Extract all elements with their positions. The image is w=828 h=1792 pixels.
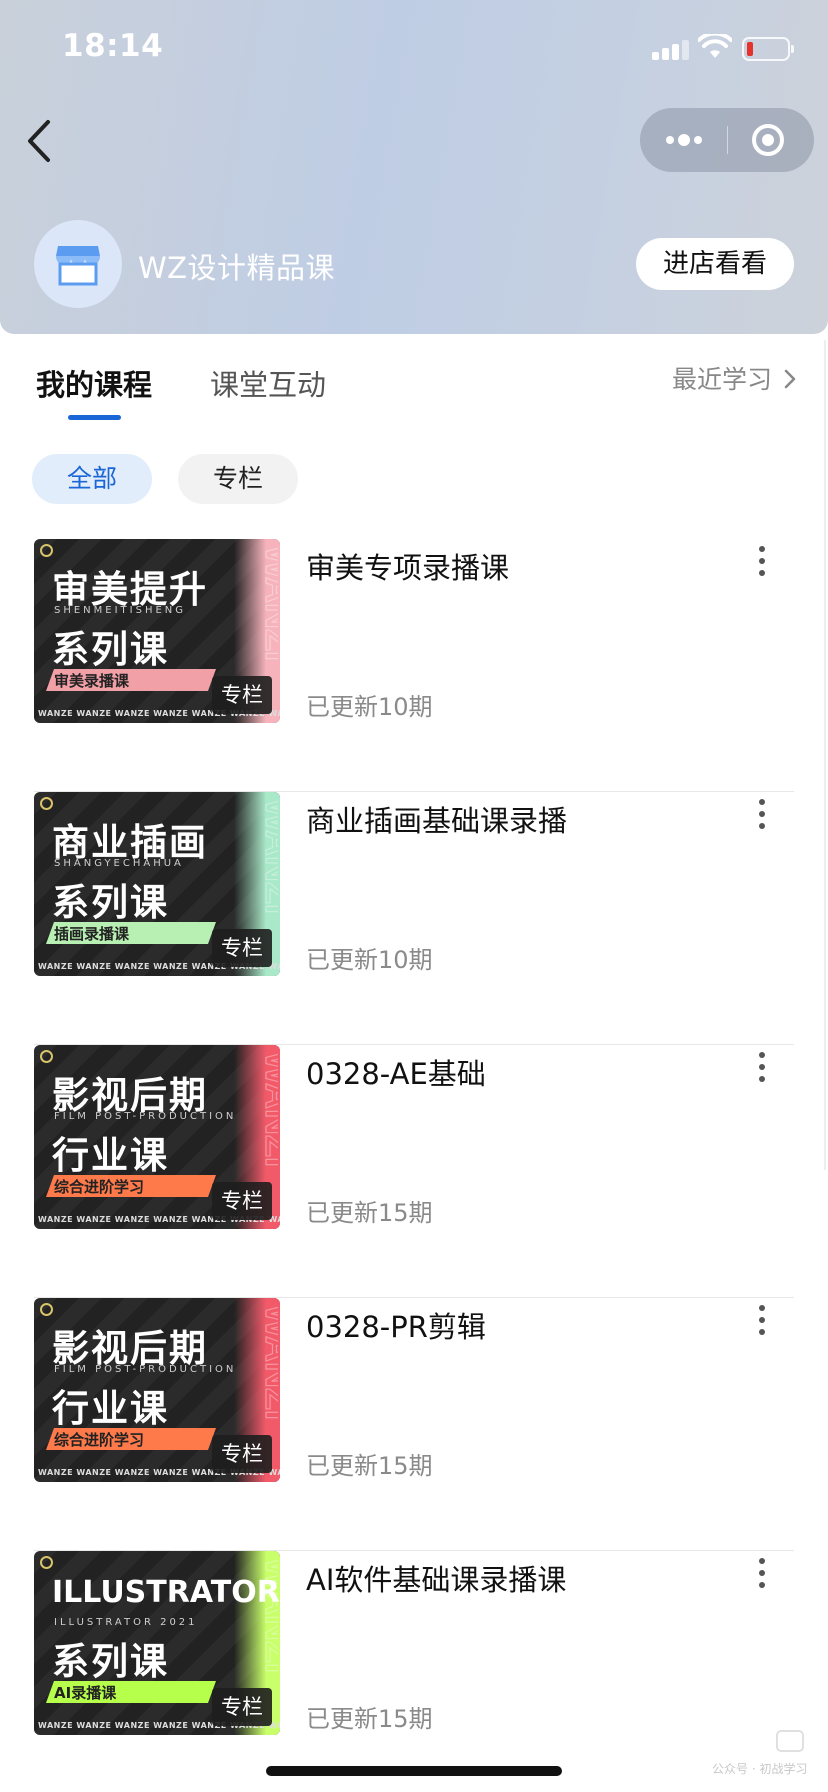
mini-program-capsule xyxy=(640,108,814,172)
course-item[interactable]: WANZI 影视后期 FILM POST-PRODUCTION 行业课 综合进阶… xyxy=(34,1298,794,1551)
home-indicator[interactable] xyxy=(266,1766,562,1776)
thumbnail-title-line2: 行业课 xyxy=(52,1134,169,1177)
column-tag: 专栏 xyxy=(212,1182,272,1220)
thumbnail-subtitle: SHENMEITISHENG xyxy=(54,605,187,616)
target-icon[interactable] xyxy=(750,122,786,158)
thumbnail-dot xyxy=(40,544,53,557)
column-tag: 专栏 xyxy=(212,1435,272,1473)
thumbnail-title-line2: 系列课 xyxy=(52,881,169,924)
course-item[interactable]: WANZI ILLUSTRATOR ILLUSTRATOR 2021 系列课 A… xyxy=(34,1551,794,1792)
vertical-dots-icon[interactable] xyxy=(752,543,772,579)
visit-shop-button[interactable]: 进店看看 xyxy=(636,238,794,290)
thumbnail-dot xyxy=(40,797,53,810)
chevron-right-icon[interactable] xyxy=(783,368,797,390)
thumbnail-dot xyxy=(40,1556,53,1569)
shop-avatar[interactable] xyxy=(34,220,122,308)
thumbnail-title-line2: 系列课 xyxy=(52,628,169,671)
course-update-count: 已更新15期 xyxy=(306,1452,433,1480)
thumbnail-dot xyxy=(40,1303,53,1316)
status-time: 18:14 xyxy=(62,28,164,64)
svg-text:WANZI: WANZI xyxy=(258,545,278,661)
course-update-count: 已更新15期 xyxy=(306,1705,433,1733)
course-title[interactable]: 审美专项录播课 xyxy=(306,545,509,587)
vertical-dots-icon[interactable] xyxy=(752,1555,772,1591)
thumbnail-band-label: 插画录播课 xyxy=(54,925,130,943)
course-thumbnail[interactable]: WANZI 影视后期 FILM POST-PRODUCTION 行业课 综合进阶… xyxy=(34,1045,280,1229)
tab-my-courses[interactable]: 我的课程 xyxy=(36,362,152,404)
cellular-signal-icon xyxy=(652,38,692,60)
course-title[interactable]: 商业插画基础课录播 xyxy=(306,798,567,840)
shop-name[interactable]: WZ设计精品课 xyxy=(138,245,335,287)
more-dots-icon[interactable] xyxy=(664,130,708,150)
wifi-icon xyxy=(698,34,732,58)
active-tab-indicator xyxy=(68,415,121,420)
thumbnail-band-label: 综合进阶学习 xyxy=(54,1178,145,1196)
vertical-dots-icon[interactable] xyxy=(752,796,772,832)
course-thumbnail[interactable]: WANZI ILLUSTRATOR ILLUSTRATOR 2021 系列课 A… xyxy=(34,1551,280,1735)
floating-widget-icon[interactable] xyxy=(776,1730,804,1752)
thumbnail-subtitle: FILM POST-PRODUCTION xyxy=(54,1111,237,1122)
svg-text:WANZI: WANZI xyxy=(258,1051,278,1167)
thumbnail-band-label: 审美录播课 xyxy=(54,672,130,690)
course-item[interactable]: WANZI 影视后期 FILM POST-PRODUCTION 行业课 综合进阶… xyxy=(34,1045,794,1298)
storefront-icon xyxy=(56,246,100,286)
back-chevron-icon[interactable] xyxy=(22,116,58,166)
thumbnail-title-line1: ILLUSTRATOR xyxy=(52,1575,280,1610)
course-item[interactable]: WANZI 审美提升 SHENMEITISHENG 系列课 审美录播课 WANZ… xyxy=(34,539,794,792)
filter-chip-all[interactable]: 全部 xyxy=(32,454,152,504)
filter-chip-column[interactable]: 专栏 xyxy=(178,454,298,504)
thumbnail-title-line2: 系列课 xyxy=(52,1640,169,1683)
thumbnail-band-label: 综合进阶学习 xyxy=(54,1431,145,1449)
vertical-dots-icon[interactable] xyxy=(752,1049,772,1085)
course-title[interactable]: 0328-PR剪辑 xyxy=(306,1304,486,1346)
thumbnail-subtitle: SHANGYECHAHUA xyxy=(54,858,184,869)
course-title[interactable]: 0328-AE基础 xyxy=(306,1051,486,1093)
course-thumbnail[interactable]: WANZI 商业插画 SHANGYECHAHUA 系列课 插画录播课 WANZE… xyxy=(34,792,280,976)
thumbnail-title-line2: 行业课 xyxy=(52,1387,169,1430)
scrollbar xyxy=(824,340,826,1170)
course-thumbnail[interactable]: WANZI 审美提升 SHENMEITISHENG 系列课 审美录播课 WANZ… xyxy=(34,539,280,723)
thumbnail-subtitle: ILLUSTRATOR 2021 xyxy=(54,1617,198,1628)
course-title[interactable]: AI软件基础课录播课 xyxy=(306,1557,566,1599)
recent-study-link[interactable]: 最近学习 xyxy=(672,360,772,396)
course-thumbnail[interactable]: WANZI 影视后期 FILM POST-PRODUCTION 行业课 综合进阶… xyxy=(34,1298,280,1482)
capsule-divider xyxy=(727,126,728,154)
svg-text:WANZI: WANZI xyxy=(258,798,278,914)
course-update-count: 已更新15期 xyxy=(306,1199,433,1227)
column-tag: 专栏 xyxy=(212,929,272,967)
watermark: 公众号 · 初战学习 xyxy=(712,1762,808,1776)
column-tag: 专栏 xyxy=(212,676,272,714)
tab-class-interaction[interactable]: 课堂互动 xyxy=(210,362,326,404)
svg-text:WANZI: WANZI xyxy=(258,1304,278,1420)
thumbnail-subtitle: FILM POST-PRODUCTION xyxy=(54,1364,237,1375)
course-update-count: 已更新10期 xyxy=(306,693,433,721)
vertical-dots-icon[interactable] xyxy=(752,1302,772,1338)
thumbnail-band-label: AI录播课 xyxy=(54,1684,117,1702)
battery-icon xyxy=(742,37,794,61)
column-tag: 专栏 xyxy=(212,1688,272,1726)
thumbnail-dot xyxy=(40,1050,53,1063)
course-item[interactable]: WANZI 商业插画 SHANGYECHAHUA 系列课 插画录播课 WANZE… xyxy=(34,792,794,1045)
course-update-count: 已更新10期 xyxy=(306,946,433,974)
